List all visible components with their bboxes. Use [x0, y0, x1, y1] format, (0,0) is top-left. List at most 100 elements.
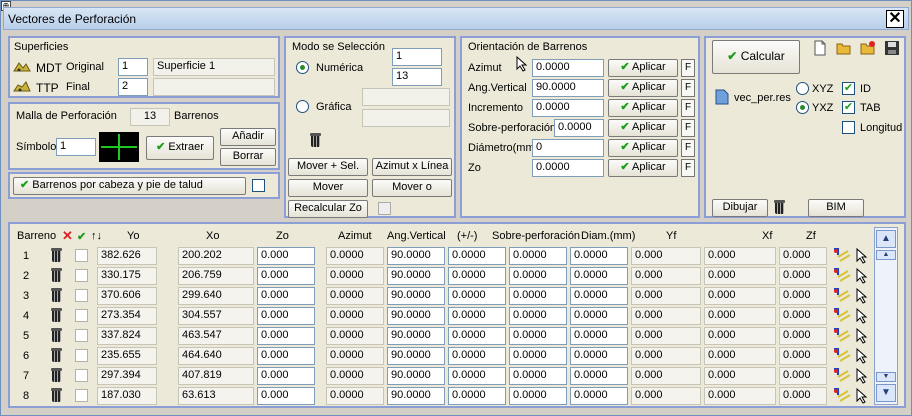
row-cursor-icon[interactable]: [856, 308, 868, 324]
cell-zo[interactable]: 0.000: [257, 327, 315, 345]
borrar-button[interactable]: Borrar: [220, 148, 276, 166]
row-pick-icon[interactable]: [832, 387, 852, 405]
row-checkbox[interactable]: [75, 249, 88, 262]
cell-zo[interactable]: 0.000: [257, 307, 315, 325]
f-button[interactable]: F: [681, 99, 695, 117]
yxz-radio[interactable]: [796, 101, 809, 114]
longitud-checkbox[interactable]: [842, 121, 855, 134]
row-checkbox[interactable]: [75, 309, 88, 322]
row-checkbox[interactable]: [75, 289, 88, 302]
open-folder-icon[interactable]: [836, 40, 852, 56]
orient-field[interactable]: 0: [532, 139, 604, 157]
cell-av[interactable]: 90.0000: [387, 267, 445, 285]
azimut-linea-button[interactable]: Azimut x Línea: [372, 158, 452, 176]
row-trash-icon[interactable]: [51, 248, 62, 263]
grafica-radio[interactable]: [296, 100, 309, 113]
orient-field[interactable]: 0.0000: [532, 99, 604, 117]
cell-d[interactable]: 0.0000: [570, 247, 628, 265]
cell-d[interactable]: 0.0000: [570, 267, 628, 285]
row-trash-icon[interactable]: [51, 268, 62, 283]
orient-field[interactable]: 0.0000: [532, 59, 604, 77]
row-pick-icon[interactable]: [832, 307, 852, 325]
row-cursor-icon[interactable]: [856, 268, 868, 284]
cell-zo[interactable]: 0.000: [257, 367, 315, 385]
mover-button[interactable]: Mover: [288, 179, 368, 197]
anadir-button[interactable]: Añadir: [220, 128, 276, 146]
cell-pm[interactable]: 0.0000: [448, 367, 506, 385]
trash-icon[interactable]: [310, 133, 321, 148]
cell-pm[interactable]: 0.0000: [448, 307, 506, 325]
row-trash-icon[interactable]: [51, 348, 62, 363]
num2-field[interactable]: 13: [392, 68, 442, 86]
aplicar-button[interactable]: ✔ Aplicar: [608, 119, 678, 137]
row-cursor-icon[interactable]: [856, 328, 868, 344]
cell-sp[interactable]: 0.0000: [509, 287, 567, 305]
aplicar-button[interactable]: ✔ Aplicar: [608, 159, 678, 177]
id-checkbox[interactable]: ✔: [842, 82, 855, 95]
orient-field[interactable]: 90.0000: [532, 79, 604, 97]
tab-checkbox[interactable]: ✔: [842, 101, 855, 114]
row-trash-icon[interactable]: [51, 368, 62, 383]
sort-icon[interactable]: ↑↓: [91, 230, 102, 242]
row-cursor-icon[interactable]: [856, 248, 868, 264]
delete-all-icon[interactable]: ✕: [62, 228, 73, 244]
calcular-button[interactable]: ✔ Calcular: [712, 40, 800, 74]
cell-sp[interactable]: 0.0000: [509, 267, 567, 285]
simbolo-field[interactable]: 1: [56, 138, 96, 156]
row-cursor-icon[interactable]: [856, 288, 868, 304]
row-checkbox[interactable]: [75, 389, 88, 402]
dibujar-button[interactable]: Dibujar: [712, 199, 768, 217]
row-pick-icon[interactable]: [832, 267, 852, 285]
new-file-icon[interactable]: [812, 40, 828, 56]
row-cursor-icon[interactable]: [856, 348, 868, 364]
cell-d[interactable]: 0.0000: [570, 367, 628, 385]
cell-zo[interactable]: 0.000: [257, 347, 315, 365]
f-button[interactable]: F: [681, 159, 695, 177]
mover-o-button[interactable]: Mover o: [372, 179, 452, 197]
dibujar-trash-icon[interactable]: [774, 200, 785, 215]
mdt-number-field[interactable]: 1: [118, 58, 148, 76]
scroll-up-small-button[interactable]: ▲: [876, 250, 896, 260]
cell-av[interactable]: 90.0000: [387, 387, 445, 405]
cell-d[interactable]: 0.0000: [570, 327, 628, 345]
aplicar-button[interactable]: ✔ Aplicar: [608, 59, 678, 77]
cell-sp[interactable]: 0.0000: [509, 367, 567, 385]
row-pick-icon[interactable]: [832, 287, 852, 305]
aplicar-button[interactable]: ✔ Aplicar: [608, 99, 678, 117]
cell-sp[interactable]: 0.0000: [509, 247, 567, 265]
recalcular-checkbox[interactable]: [378, 202, 391, 215]
f-button[interactable]: F: [681, 119, 695, 137]
talud-checkbox[interactable]: [252, 179, 265, 192]
ttp-number-field[interactable]: 2: [118, 78, 148, 96]
f-button[interactable]: F: [681, 79, 695, 97]
row-checkbox[interactable]: [75, 349, 88, 362]
table-scrollbar[interactable]: ▲ ▲ ▼ ▼: [874, 227, 898, 405]
cell-av[interactable]: 90.0000: [387, 347, 445, 365]
xyz-radio[interactable]: [796, 82, 809, 95]
f-button[interactable]: F: [681, 59, 695, 77]
cell-av[interactable]: 90.0000: [387, 307, 445, 325]
cell-pm[interactable]: 0.0000: [448, 287, 506, 305]
scroll-down-small-button[interactable]: ▼: [876, 372, 896, 382]
close-button[interactable]: ✕: [886, 10, 904, 28]
orient-field[interactable]: 0.0000: [554, 119, 604, 137]
f-button[interactable]: F: [681, 139, 695, 157]
row-trash-icon[interactable]: [51, 288, 62, 303]
cell-av[interactable]: 90.0000: [387, 287, 445, 305]
row-checkbox[interactable]: [75, 269, 88, 282]
cell-pm[interactable]: 0.0000: [448, 387, 506, 405]
row-cursor-icon[interactable]: [856, 388, 868, 404]
row-pick-icon[interactable]: [832, 347, 852, 365]
cell-zo[interactable]: 0.000: [257, 267, 315, 285]
bim-button[interactable]: BIM: [808, 199, 864, 217]
row-pick-icon[interactable]: [832, 327, 852, 345]
orient-field[interactable]: 0.0000: [532, 159, 604, 177]
talud-button[interactable]: ✔ Barrenos por cabeza y pie de talud: [13, 177, 246, 195]
cell-sp[interactable]: 0.0000: [509, 327, 567, 345]
aplicar-button[interactable]: ✔ Aplicar: [608, 139, 678, 157]
mover-sel-button[interactable]: Mover + Sel.: [288, 158, 368, 176]
cell-d[interactable]: 0.0000: [570, 307, 628, 325]
row-cursor-icon[interactable]: [856, 368, 868, 384]
row-trash-icon[interactable]: [51, 308, 62, 323]
cell-zo[interactable]: 0.000: [257, 247, 315, 265]
